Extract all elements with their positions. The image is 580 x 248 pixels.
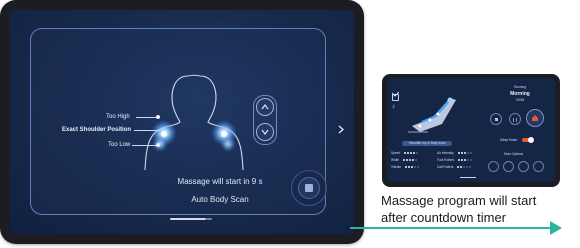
program-timer: 29:58 [516,98,524,102]
setting-speed-level [404,151,419,155]
body-silhouette [144,74,244,170]
pause-button[interactable]: ❙❙ [509,113,521,125]
chevron-down-icon [261,129,269,135]
shoulder-scan-button[interactable]: Shoulder top & Body scan [402,141,452,146]
setting-foot-rollers: Foot Rollers [437,158,473,162]
flow-arrow-line [350,227,550,229]
setting-vibrate-level [404,165,420,169]
home-icon[interactable] [392,94,399,101]
option-home-button[interactable] [488,161,499,172]
sleep-mode-toggle-knob [528,137,534,143]
massage-chair-illustration [408,97,456,133]
setting-calf-level [457,165,472,169]
program-title: Morning [510,91,530,97]
setting-air-label: Air Intensity [437,151,454,155]
leader-too-high [136,117,158,118]
setting-speed: Speed [391,151,419,155]
sleep-mode-label: Sleep Mode [500,138,518,142]
setting-vibrate: Vibrate [391,165,420,169]
option-program-button[interactable] [503,161,514,172]
page-indicator [206,218,212,220]
more-options-label: More Options [504,152,524,156]
option-more-button[interactable] [533,161,544,172]
countdown-status: Massage will start in 9 s [177,177,263,186]
setting-speed-label: Speed [391,151,401,155]
setting-foot-level [458,158,473,162]
flow-arrow-head [550,221,562,235]
marker-too-low [156,143,160,147]
running-label: Running [514,85,526,89]
setting-air-level [457,151,473,155]
setting-vibrate-label: Vibrate [391,165,402,169]
chevron-right-icon [338,125,344,134]
label-too-high: Too High [106,114,130,120]
chevron-up-icon [261,104,269,110]
label-exact-shoulder: Exact Shoulder Position [62,127,132,133]
next-page-button[interactable] [338,121,344,139]
down-button[interactable] [256,123,274,141]
music-note-icon[interactable]: ♪ [392,104,395,110]
label-too-low: Too Low [108,142,131,148]
home-indicator[interactable] [170,218,206,220]
caption-line-1: Massage program will start [381,193,537,208]
setting-width-level [403,158,418,162]
setting-width-label: Width [391,158,400,162]
home-icon-active [532,115,538,121]
setting-calf-rollers: Calf Rollers [437,165,472,169]
leader-too-low [132,145,158,146]
program-name: Auto Body Scan [191,195,249,204]
option-settings-button[interactable] [518,161,529,172]
up-button[interactable] [256,98,274,116]
stop-small-icon [494,117,498,121]
setting-air-intensity: Air Intensity [437,151,473,155]
home-active-button[interactable] [526,109,544,127]
leader-exact-shoulder [134,130,160,131]
setting-width: Width [391,158,418,162]
setting-calf-label: Calf Rollers [437,165,454,169]
pause-icon: ❙❙ [511,116,519,122]
side-home-indicator [460,177,476,178]
marker-too-high [156,115,160,119]
stop-small-button[interactable] [490,113,502,125]
setting-foot-label: Foot Rollers [437,158,455,162]
caption-line-2: after countdown timer [381,210,507,225]
